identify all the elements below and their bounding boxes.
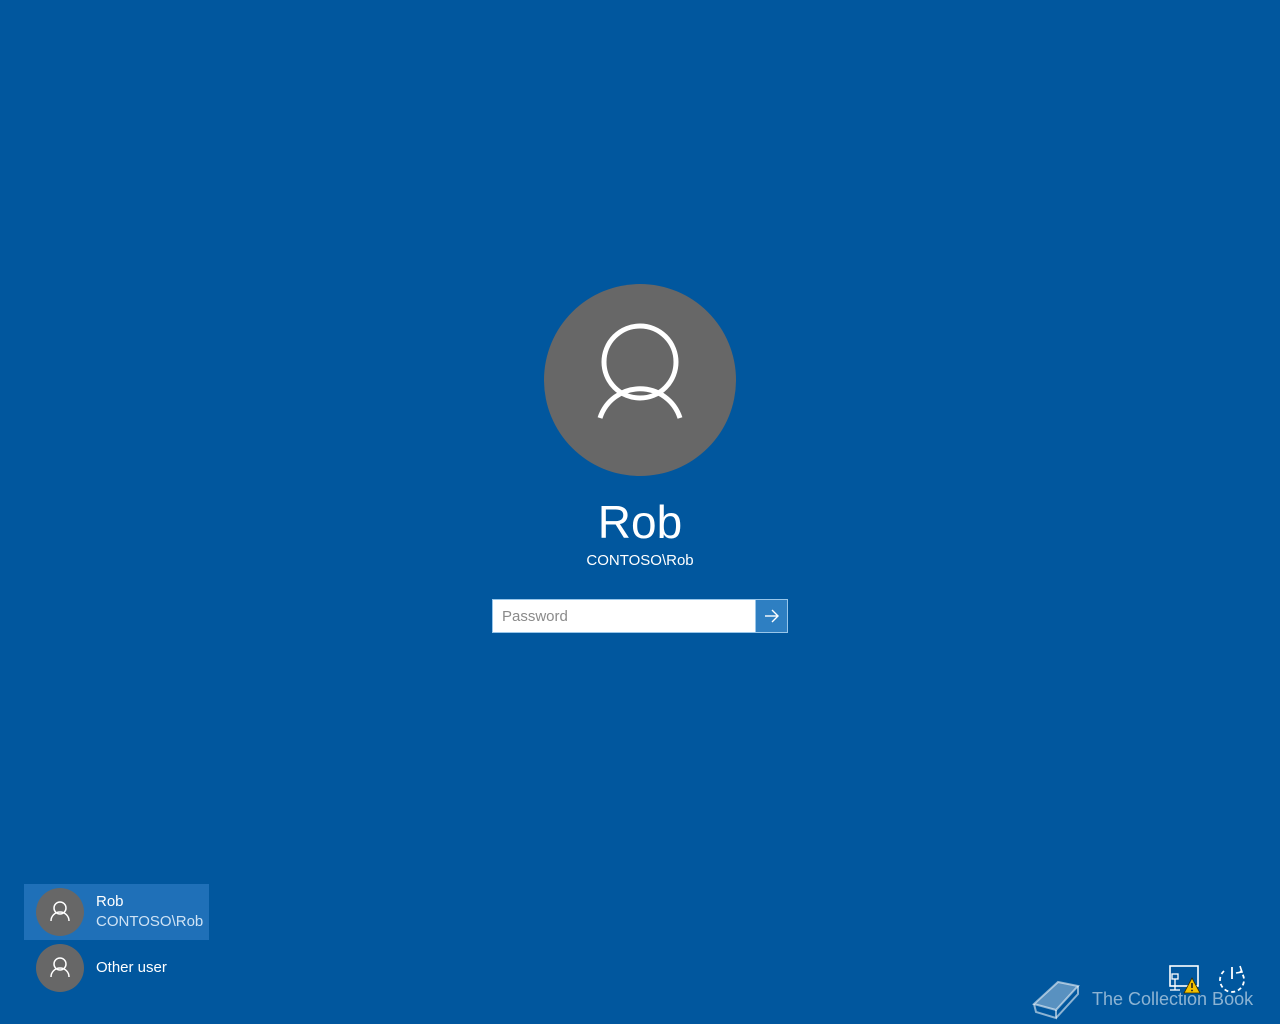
user-name-heading: Rob (597, 496, 683, 548)
password-input[interactable] (494, 601, 752, 631)
power-button[interactable] (1214, 962, 1250, 994)
user-tile-subtitle: CONTOSO\Rob (96, 913, 204, 930)
user-domain-label: CONTOSO\Rob (586, 552, 694, 569)
user-tile-other-user[interactable]: Other user (24, 940, 209, 996)
network-button[interactable] (1166, 964, 1202, 996)
user-tile-rob[interactable]: Rob CONTOSO\Rob (24, 884, 209, 940)
user-silhouette-icon (50, 901, 70, 922)
submit-button[interactable] (755, 600, 787, 632)
avatar (36, 888, 84, 936)
power-icon (1219, 965, 1245, 993)
user-avatar-large (544, 284, 736, 476)
avatar (36, 944, 84, 992)
book-icon (1031, 980, 1080, 1020)
user-silhouette-icon (50, 957, 70, 978)
user-tile-name: Other user (96, 959, 167, 976)
user-tile-name: Rob (96, 893, 124, 910)
password-field-container (492, 599, 788, 633)
user-silhouette-icon (597, 323, 683, 419)
network-warning-icon (1169, 965, 1201, 994)
lock-screen: Rob CONTOSO\Rob Rob CONTOSO\Rob Other us… (0, 0, 1280, 1024)
arrow-right-icon (765, 609, 779, 623)
